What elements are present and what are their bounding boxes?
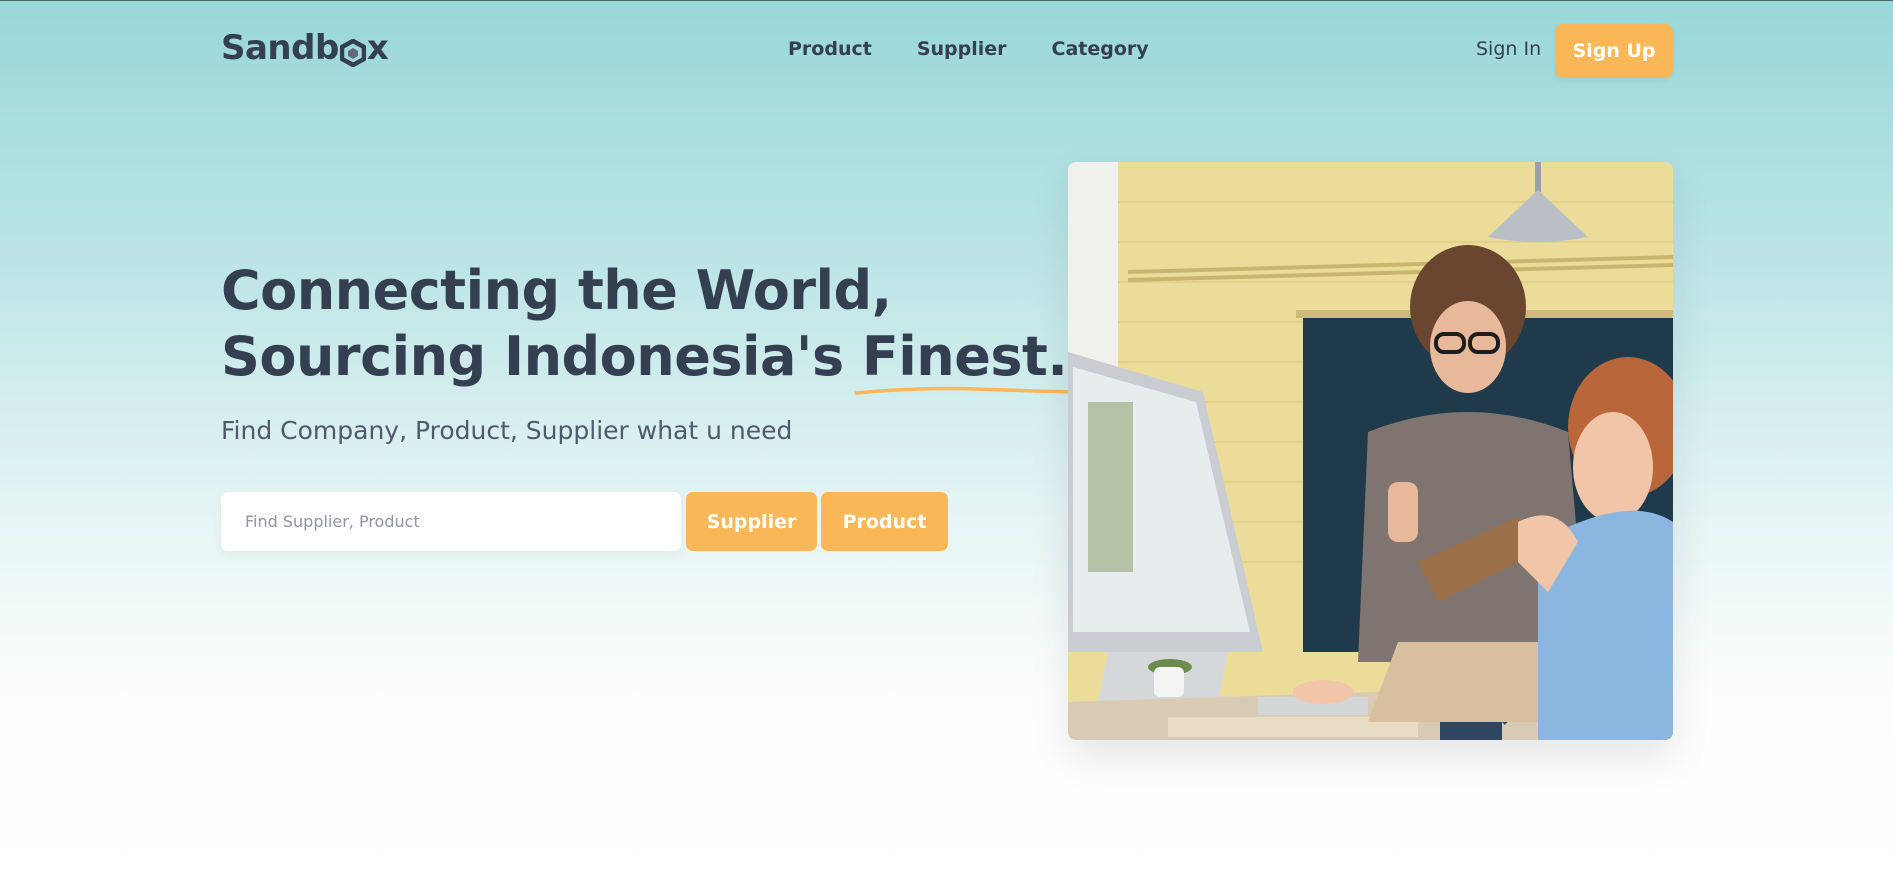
search-input[interactable]: [221, 492, 681, 551]
hero-subtitle: Find Company, Product, Supplier what u n…: [221, 416, 793, 445]
hexagon-icon: [339, 36, 367, 68]
headline-highlight: Finest.: [854, 324, 1076, 395]
brand-logo[interactable]: Sandb x: [221, 28, 389, 68]
nav-item-category[interactable]: Category: [1052, 38, 1149, 60]
headline-line-1: Connecting the World,: [221, 259, 892, 322]
search-supplier-button[interactable]: Supplier: [686, 492, 817, 551]
search-product-button[interactable]: Product: [821, 492, 948, 551]
underline-squiggle-icon: [854, 386, 1076, 395]
headline-highlight-text: Finest.: [861, 325, 1068, 388]
headline-line-2-prefix: Sourcing Indonesia's: [221, 325, 862, 388]
nav-item-product[interactable]: Product: [788, 38, 872, 60]
sign-up-button[interactable]: Sign Up: [1555, 24, 1673, 78]
sign-in-link[interactable]: Sign In: [1476, 38, 1541, 60]
main-nav: Product Supplier Category: [788, 38, 1149, 60]
hero-headline: Connecting the World, Sourcing Indonesia…: [221, 258, 1076, 395]
nav-item-supplier[interactable]: Supplier: [917, 38, 1007, 60]
site-header: Sandb x Product Supplier Category Sign I…: [0, 0, 1893, 100]
hero-image: [1068, 162, 1673, 740]
logo-text-prefix: Sandb: [221, 28, 339, 68]
logo-text-suffix: x: [366, 28, 389, 68]
headline-line-2: Sourcing Indonesia's Finest.: [221, 324, 1076, 395]
